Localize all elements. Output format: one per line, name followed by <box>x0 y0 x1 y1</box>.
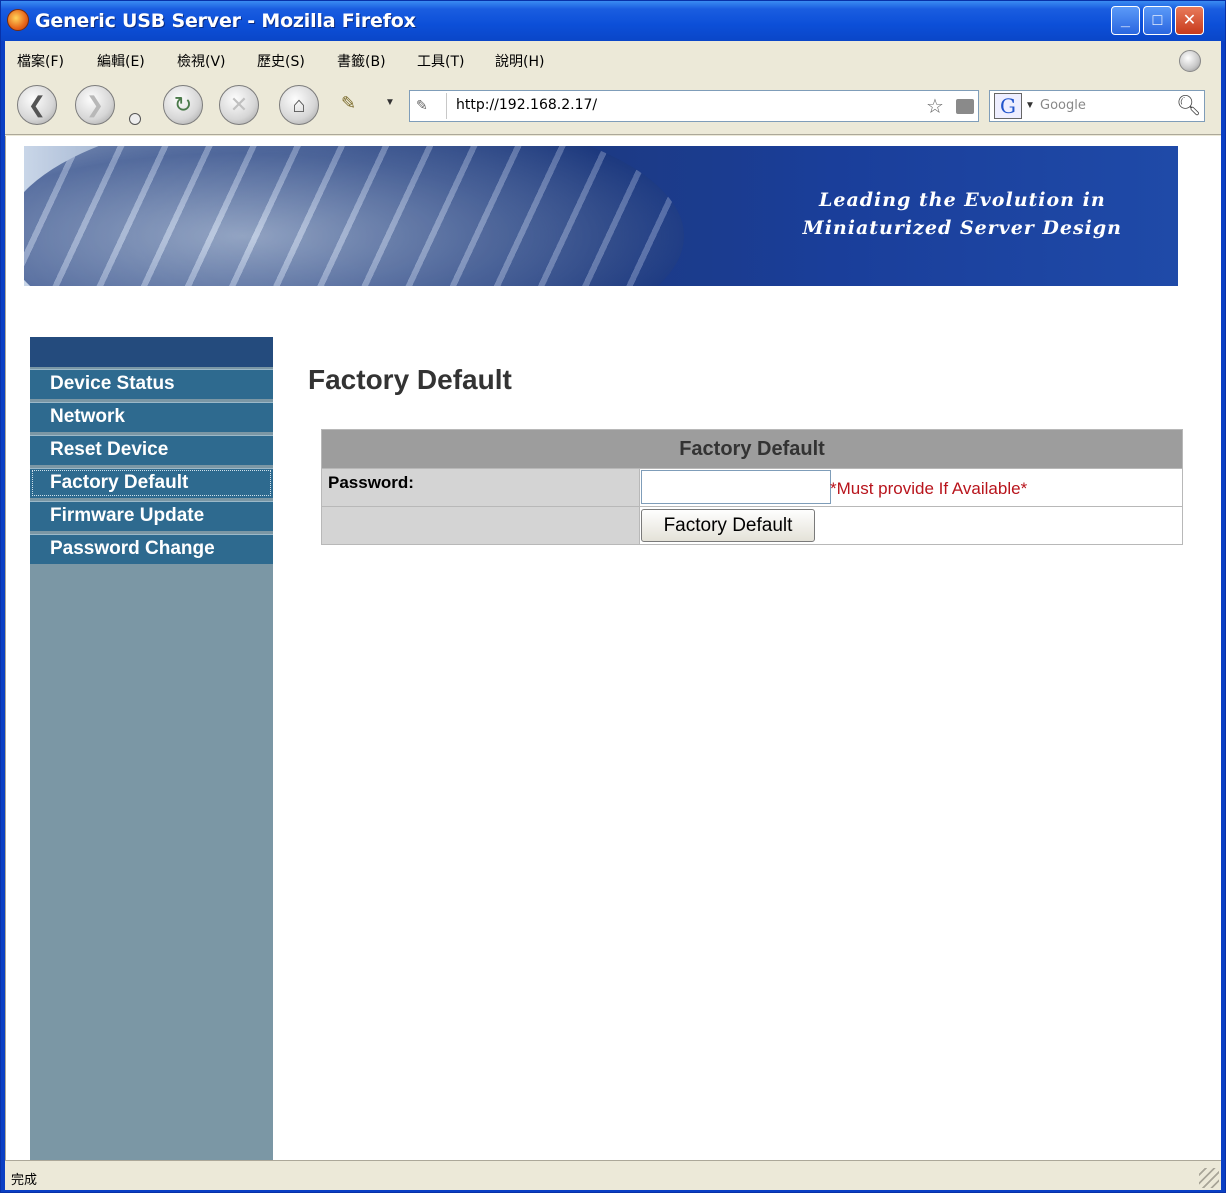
home-button[interactable]: ⌂ <box>279 85 319 125</box>
forward-button[interactable]: ❯ <box>75 85 115 125</box>
search-icon[interactable]: 🔍︎ <box>1176 93 1201 118</box>
minimize-button[interactable]: _ <box>1111 6 1140 35</box>
banner-slogan-line1: Leading the Evolution in <box>819 189 1106 211</box>
sidebar-item-password-change[interactable]: Password Change <box>30 534 273 564</box>
home-icon: ⌂ <box>292 92 306 117</box>
header-banner: Leading the Evolution in Miniaturized Se… <box>24 146 1178 286</box>
banner-slogan-line2: Miniaturized Server Design <box>802 217 1122 239</box>
password-row: Password: *Must provide If Available* <box>322 468 1182 506</box>
back-button[interactable]: ❮ <box>17 85 57 125</box>
engine-dropdown-icon[interactable]: ▼ <box>1025 100 1035 111</box>
navigation-toolbar: ❮ ❯ ↻ ✕ ⌂ ✎ ▼ ✎ http://192.168.2.17/ ☆ G… <box>5 79 1221 135</box>
resize-grip-icon[interactable] <box>1199 1168 1219 1188</box>
password-note: *Must provide If Available* <box>830 479 1028 498</box>
reload-button[interactable]: ↻ <box>163 85 203 125</box>
banner-globe-image <box>24 146 684 286</box>
menu-bookmarks[interactable]: 書籤(B) <box>337 51 386 71</box>
minimize-icon: _ <box>1121 12 1130 29</box>
sidebar-header <box>30 337 273 367</box>
url-separator <box>446 93 447 119</box>
close-button[interactable]: ✕ <box>1175 6 1204 35</box>
sidebar-item-network[interactable]: Network <box>30 402 273 432</box>
firefox-icon <box>7 9 29 31</box>
menu-view[interactable]: 檢視(V) <box>177 51 226 71</box>
page-viewport: Leading the Evolution in Miniaturized Se… <box>5 136 1221 1160</box>
password-label: Password: <box>322 469 639 506</box>
menu-tools[interactable]: 工具(T) <box>417 51 464 71</box>
menu-bar: 檔案(F) 編輯(E) 檢視(V) 歷史(S) 書籤(B) 工具(T) 說明(H… <box>5 41 1221 79</box>
site-icon: ✎ <box>416 97 428 113</box>
sidebar: Device Status Network Reset Device Facto… <box>30 337 273 1160</box>
history-icon[interactable]: ✎ <box>341 93 371 117</box>
menu-file[interactable]: 檔案(F) <box>17 51 64 71</box>
password-cell: *Must provide If Available* <box>639 469 1182 506</box>
browser-window: Generic USB Server - Mozilla Firefox _ □… <box>0 0 1226 1193</box>
search-bar[interactable]: G ▼ Google 🔍︎ <box>989 90 1205 122</box>
feed-icon[interactable] <box>956 99 974 114</box>
password-field[interactable] <box>641 470 831 504</box>
page-title: Factory Default <box>308 364 512 395</box>
factory-default-button[interactable]: Factory Default <box>641 509 815 542</box>
sidebar-item-device-status[interactable]: Device Status <box>30 369 273 399</box>
reload-icon: ↻ <box>173 92 193 117</box>
submit-row: Factory Default <box>322 506 1182 544</box>
throbber-icon <box>1179 50 1201 72</box>
sidebar-item-firmware-update[interactable]: Firmware Update <box>30 501 273 531</box>
browser-client-area: 檔案(F) 編輯(E) 檢視(V) 歷史(S) 書籤(B) 工具(T) 說明(H… <box>5 41 1221 1190</box>
menu-history[interactable]: 歷史(S) <box>257 51 305 71</box>
maximize-icon: □ <box>1152 12 1163 29</box>
window-title: Generic USB Server - Mozilla Firefox <box>35 10 416 32</box>
submit-cell: Factory Default <box>639 507 1182 544</box>
maximize-button[interactable]: □ <box>1143 6 1172 35</box>
form-header: Factory Default <box>322 430 1182 468</box>
search-input[interactable]: Google <box>1040 98 1086 113</box>
bookmark-star-icon[interactable]: ☆ <box>926 94 944 119</box>
status-text: 完成 <box>11 1173 38 1188</box>
menu-edit[interactable]: 編輯(E) <box>97 51 145 71</box>
search-engine-icon[interactable]: G <box>994 93 1022 119</box>
history-dropdown-icon[interactable] <box>129 113 141 125</box>
chevron-down-icon[interactable]: ▼ <box>385 97 395 108</box>
url-bar[interactable]: ✎ http://192.168.2.17/ ☆ <box>409 90 979 122</box>
stop-icon: ✕ <box>229 92 249 117</box>
back-icon: ❮ <box>27 92 47 117</box>
menu-help[interactable]: 說明(H) <box>495 51 544 71</box>
submit-row-label <box>322 507 639 544</box>
banner-slogan: Leading the Evolution in Miniaturized Se… <box>803 186 1122 242</box>
close-icon: ✕ <box>1182 12 1197 29</box>
stop-button[interactable]: ✕ <box>219 85 259 125</box>
sidebar-item-factory-default[interactable]: Factory Default <box>30 468 273 498</box>
status-bar: 完成 <box>5 1160 1221 1190</box>
factory-default-form: Factory Default Password: *Must provide … <box>321 429 1183 545</box>
title-bar: Generic USB Server - Mozilla Firefox _ □… <box>1 1 1225 41</box>
forward-icon: ❯ <box>85 92 105 117</box>
sidebar-item-reset-device[interactable]: Reset Device <box>30 435 273 465</box>
url-text[interactable]: http://192.168.2.17/ <box>456 97 597 113</box>
